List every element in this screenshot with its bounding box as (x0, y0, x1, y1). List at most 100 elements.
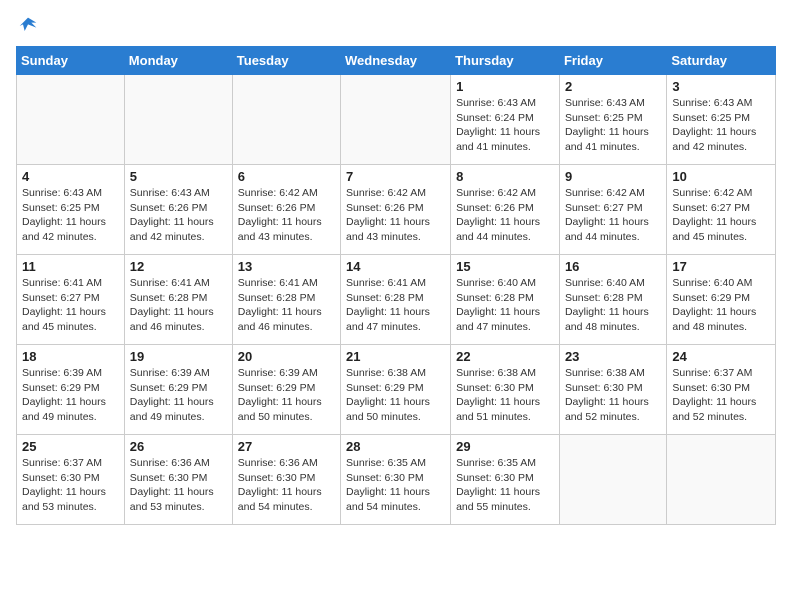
day-sun-info: Sunrise: 6:41 AM Sunset: 6:28 PM Dayligh… (130, 276, 227, 335)
day-of-week-wednesday: Wednesday (341, 47, 451, 75)
calendar-cell: 22 Sunrise: 6:38 AM Sunset: 6:30 PM Dayli… (451, 345, 560, 435)
day-sun-info: Sunrise: 6:38 AM Sunset: 6:30 PM Dayligh… (456, 366, 554, 425)
day-number: 8 (456, 169, 554, 184)
calendar-week-1: 1 Sunrise: 6:43 AM Sunset: 6:24 PM Daylig… (17, 75, 776, 165)
day-number: 26 (130, 439, 227, 454)
day-sun-info: Sunrise: 6:42 AM Sunset: 6:27 PM Dayligh… (672, 186, 770, 245)
day-sun-info: Sunrise: 6:38 AM Sunset: 6:29 PM Dayligh… (346, 366, 445, 425)
calendar-cell (17, 75, 125, 165)
calendar-cell (559, 435, 666, 525)
calendar-cell: 5 Sunrise: 6:43 AM Sunset: 6:26 PM Daylig… (124, 165, 232, 255)
day-sun-info: Sunrise: 6:37 AM Sunset: 6:30 PM Dayligh… (22, 456, 119, 515)
day-number: 10 (672, 169, 770, 184)
day-number: 20 (238, 349, 335, 364)
day-number: 2 (565, 79, 661, 94)
day-sun-info: Sunrise: 6:43 AM Sunset: 6:24 PM Dayligh… (456, 96, 554, 155)
day-number: 22 (456, 349, 554, 364)
calendar-cell: 29 Sunrise: 6:35 AM Sunset: 6:30 PM Dayli… (451, 435, 560, 525)
day-sun-info: Sunrise: 6:35 AM Sunset: 6:30 PM Dayligh… (346, 456, 445, 515)
day-sun-info: Sunrise: 6:40 AM Sunset: 6:28 PM Dayligh… (456, 276, 554, 335)
day-number: 7 (346, 169, 445, 184)
day-sun-info: Sunrise: 6:42 AM Sunset: 6:26 PM Dayligh… (238, 186, 335, 245)
calendar-cell: 18Sunrise: 6:39 AM Sunset: 6:29 PM Dayli… (17, 345, 125, 435)
calendar-cell (341, 75, 451, 165)
calendar-header-row: SundayMondayTuesdayWednesdayThursdayFrid… (17, 47, 776, 75)
day-of-week-sunday: Sunday (17, 47, 125, 75)
day-sun-info: Sunrise: 6:36 AM Sunset: 6:30 PM Dayligh… (238, 456, 335, 515)
day-number: 29 (456, 439, 554, 454)
calendar-week-5: 25 Sunrise: 6:37 AM Sunset: 6:30 PM Dayli… (17, 435, 776, 525)
day-sun-info: Sunrise: 6:41 AM Sunset: 6:28 PM Dayligh… (346, 276, 445, 335)
page-header (16, 16, 776, 36)
day-of-week-tuesday: Tuesday (232, 47, 340, 75)
calendar-cell: 25 Sunrise: 6:37 AM Sunset: 6:30 PM Dayli… (17, 435, 125, 525)
calendar-cell: 9 Sunrise: 6:42 AM Sunset: 6:27 PM Daylig… (559, 165, 666, 255)
calendar-cell: 21 Sunrise: 6:38 AM Sunset: 6:29 PM Dayli… (341, 345, 451, 435)
calendar-week-2: 4 Sunrise: 6:43 AM Sunset: 6:25 PM Daylig… (17, 165, 776, 255)
day-number: 25 (22, 439, 119, 454)
day-number: 4 (22, 169, 119, 184)
calendar-week-4: 18Sunrise: 6:39 AM Sunset: 6:29 PM Dayli… (17, 345, 776, 435)
day-number: 15 (456, 259, 554, 274)
calendar-cell: 13 Sunrise: 6:41 AM Sunset: 6:28 PM Dayli… (232, 255, 340, 345)
calendar-cell: 16 Sunrise: 6:40 AM Sunset: 6:28 PM Dayli… (559, 255, 666, 345)
day-sun-info: Sunrise: 6:37 AM Sunset: 6:30 PM Dayligh… (672, 366, 770, 425)
day-sun-info: Sunrise: 6:42 AM Sunset: 6:26 PM Dayligh… (456, 186, 554, 245)
day-of-week-thursday: Thursday (451, 47, 560, 75)
day-sun-info: Sunrise: 6:42 AM Sunset: 6:26 PM Dayligh… (346, 186, 445, 245)
calendar-table: SundayMondayTuesdayWednesdayThursdayFrid… (16, 46, 776, 525)
day-sun-info: Sunrise: 6:40 AM Sunset: 6:29 PM Dayligh… (672, 276, 770, 335)
day-sun-info: Sunrise: 6:36 AM Sunset: 6:30 PM Dayligh… (130, 456, 227, 515)
day-number: 16 (565, 259, 661, 274)
day-sun-info: Sunrise: 6:39 AM Sunset: 6:29 PM Dayligh… (130, 366, 227, 425)
day-sun-info: Sunrise: 6:43 AM Sunset: 6:25 PM Dayligh… (22, 186, 119, 245)
calendar-cell: 28Sunrise: 6:35 AM Sunset: 6:30 PM Dayli… (341, 435, 451, 525)
calendar-cell: 15 Sunrise: 6:40 AM Sunset: 6:28 PM Dayli… (451, 255, 560, 345)
day-number: 13 (238, 259, 335, 274)
calendar-cell: 10 Sunrise: 6:42 AM Sunset: 6:27 PM Dayli… (667, 165, 776, 255)
calendar-week-3: 11 Sunrise: 6:41 AM Sunset: 6:27 PM Dayli… (17, 255, 776, 345)
day-number: 17 (672, 259, 770, 274)
day-number: 6 (238, 169, 335, 184)
day-number: 21 (346, 349, 445, 364)
day-sun-info: Sunrise: 6:39 AM Sunset: 6:29 PM Dayligh… (22, 366, 119, 425)
day-number: 1 (456, 79, 554, 94)
calendar-cell: 4 Sunrise: 6:43 AM Sunset: 6:25 PM Daylig… (17, 165, 125, 255)
calendar-cell: 23 Sunrise: 6:38 AM Sunset: 6:30 PM Dayli… (559, 345, 666, 435)
calendar-cell: 12 Sunrise: 6:41 AM Sunset: 6:28 PM Dayli… (124, 255, 232, 345)
day-number: 9 (565, 169, 661, 184)
day-of-week-monday: Monday (124, 47, 232, 75)
calendar-cell: 3 Sunrise: 6:43 AM Sunset: 6:25 PM Daylig… (667, 75, 776, 165)
calendar-cell: 24 Sunrise: 6:37 AM Sunset: 6:30 PM Dayli… (667, 345, 776, 435)
calendar-cell: 20 Sunrise: 6:39 AM Sunset: 6:29 PM Dayli… (232, 345, 340, 435)
day-number: 3 (672, 79, 770, 94)
day-number: 27 (238, 439, 335, 454)
logo (16, 16, 38, 36)
day-sun-info: Sunrise: 6:39 AM Sunset: 6:29 PM Dayligh… (238, 366, 335, 425)
day-sun-info: Sunrise: 6:43 AM Sunset: 6:25 PM Dayligh… (672, 96, 770, 155)
day-number: 11 (22, 259, 119, 274)
logo-bird-icon (18, 16, 38, 36)
calendar-cell: 7 Sunrise: 6:42 AM Sunset: 6:26 PM Daylig… (341, 165, 451, 255)
day-sun-info: Sunrise: 6:40 AM Sunset: 6:28 PM Dayligh… (565, 276, 661, 335)
calendar-cell: 19 Sunrise: 6:39 AM Sunset: 6:29 PM Dayli… (124, 345, 232, 435)
calendar-cell (232, 75, 340, 165)
calendar-cell: 6 Sunrise: 6:42 AM Sunset: 6:26 PM Daylig… (232, 165, 340, 255)
day-number: 19 (130, 349, 227, 364)
calendar-cell: 11 Sunrise: 6:41 AM Sunset: 6:27 PM Dayli… (17, 255, 125, 345)
calendar-cell: 27 Sunrise: 6:36 AM Sunset: 6:30 PM Dayli… (232, 435, 340, 525)
calendar-cell: 17 Sunrise: 6:40 AM Sunset: 6:29 PM Dayli… (667, 255, 776, 345)
day-sun-info: Sunrise: 6:35 AM Sunset: 6:30 PM Dayligh… (456, 456, 554, 515)
day-sun-info: Sunrise: 6:43 AM Sunset: 6:26 PM Dayligh… (130, 186, 227, 245)
day-number: 5 (130, 169, 227, 184)
day-sun-info: Sunrise: 6:38 AM Sunset: 6:30 PM Dayligh… (565, 366, 661, 425)
day-number: 23 (565, 349, 661, 364)
day-number: 24 (672, 349, 770, 364)
day-sun-info: Sunrise: 6:41 AM Sunset: 6:27 PM Dayligh… (22, 276, 119, 335)
day-of-week-friday: Friday (559, 47, 666, 75)
day-sun-info: Sunrise: 6:41 AM Sunset: 6:28 PM Dayligh… (238, 276, 335, 335)
calendar-cell: 14Sunrise: 6:41 AM Sunset: 6:28 PM Dayli… (341, 255, 451, 345)
day-number: 12 (130, 259, 227, 274)
calendar-cell (124, 75, 232, 165)
day-sun-info: Sunrise: 6:42 AM Sunset: 6:27 PM Dayligh… (565, 186, 661, 245)
